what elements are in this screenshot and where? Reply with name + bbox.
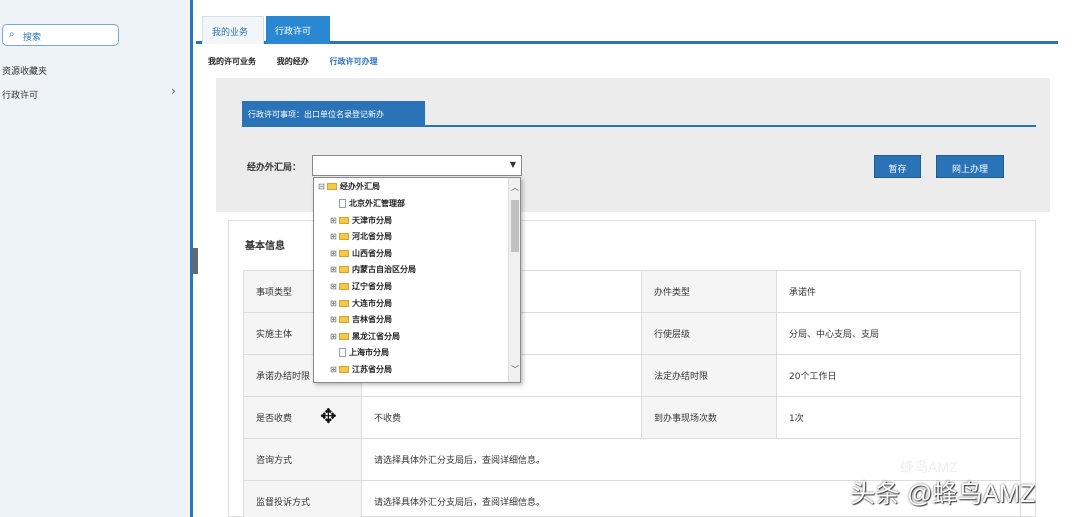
document-icon [339,199,346,208]
table-row: 是否收费 不收费 到办事现场次数 1次 [243,396,1021,439]
folder-icon [339,299,349,307]
folder-icon [339,283,349,290]
folder-icon [339,366,349,373]
chevron-right-icon[interactable]: › [171,84,176,98]
dropdown-scrollbar[interactable]: ︿ ﹀ [508,178,520,382]
expand-icon[interactable]: ⊞ [330,299,339,308]
cell-value: 不收费 [361,396,642,439]
expand-icon[interactable]: ⊞ [330,282,339,291]
cell-value: 分局、中心支局、支局 [776,312,1021,355]
tree-node-label: 山西省分局 [352,248,392,258]
cell-label: 法定办结时限 [641,354,777,397]
top-tab-bar: 我的业务 行政许可 [196,12,1058,44]
scroll-up-icon[interactable]: ︿ [511,182,519,193]
tree-node[interactable]: ⊞ 辽宁省分局 [330,281,392,298]
bureau-dropdown-tree[interactable]: ⊟ 经办外汇局 北京外汇管理部 ⊞ 天津市分局 ⊞ 河北省分局 ⊞ 山西省分局 ⊞ 内蒙古自治区分… [313,177,521,383]
tree-node-label: 黑龙江省分局 [352,331,400,341]
scroll-down-icon[interactable]: ﹀ [511,364,519,375]
search-input[interactable]: ⌕ 搜索 [2,24,119,46]
bureau-select[interactable]: ▼ [312,155,522,176]
cell-label: 监督投诉方式 [243,480,362,517]
expand-icon[interactable]: ⊞ [330,365,339,374]
folder-icon [339,266,349,274]
tree-node[interactable]: ⊞ 吉林省分局 [330,314,392,331]
basic-info-title: 基本信息 [245,241,285,252]
document-icon [339,348,346,358]
tree-node-root[interactable]: ⊟ 经办外汇局 [318,181,380,198]
bureau-field-label: 经办外汇局： [247,163,302,173]
search-icon: ⌕ [9,29,15,40]
cell-label: 行使层级 [641,312,777,355]
cell-label: 到办事现场次数 [641,396,777,439]
tree-node-label: 大连市分局 [352,298,392,308]
folder-icon [339,249,349,257]
tree-node-label: 北京外汇管理部 [349,199,405,208]
cell-value: 1次 [776,396,1021,439]
move-cursor-icon: ✥ [320,404,337,428]
breadcrumb-item-my-license[interactable]: 我的许可业务 [208,57,256,66]
tree-node-label: 内蒙古自治区分局 [352,265,416,275]
save-draft-button[interactable]: 暂存 [874,155,921,178]
cell-value: 承诺件 [776,270,1021,313]
tree-node[interactable]: 北京外汇管理部 [330,198,405,215]
panel-tab-title: 行政许可事项：出口单位名录登记新办 [242,101,425,126]
expand-icon[interactable]: ⊞ [330,232,339,241]
folder-icon [327,183,337,190]
tree-node-label: 江苏省分局 [352,365,392,374]
folder-icon [339,216,349,224]
sidebar: ⌕ 搜索 资源收藏夹 行政许可 › [0,0,193,517]
cell-label: 办件类型 [641,270,777,313]
expand-icon[interactable]: ⊞ [330,265,339,274]
folder-icon [339,233,349,241]
collapse-icon[interactable]: ⊟ [318,182,327,191]
folder-icon [339,316,349,324]
scrollbar-thumb[interactable] [511,200,519,252]
cell-value: 20个工作日 [776,354,1021,397]
cell-label: 是否收费 [243,396,362,439]
tree-node[interactable]: ⊞ 河北省分局 [330,231,392,248]
tab-my-business[interactable]: 我的业务 [202,16,264,44]
watermark: 头条 @蜂鸟AMZ [850,480,1036,508]
tree-node-label: 上海市分局 [349,348,389,358]
expand-icon[interactable]: ⊞ [330,249,339,258]
tree-node-label: 吉林省分局 [352,315,392,325]
tree-node[interactable]: 上海市分局 [330,347,389,364]
expand-icon[interactable]: ⊞ [330,315,339,324]
search-label: 搜索 [23,33,42,43]
tree-node[interactable]: ⊞ 黑龙江省分局 [330,331,400,348]
panel-tab-underline [242,125,1036,127]
cell-label: 咨询方式 [243,438,362,481]
online-process-button[interactable]: 网上办理 [936,155,1004,178]
expand-icon[interactable]: ⊞ [330,332,339,341]
folder-icon [339,332,349,340]
tree-node-label: 河北省分局 [352,232,392,242]
dropdown-arrow-icon[interactable]: ▼ [510,160,516,169]
sidebar-collapse-handle[interactable] [192,248,198,274]
tree-node-label: 辽宁省分局 [352,282,392,291]
tab-admin-license[interactable]: 行政许可 [266,16,330,44]
sidebar-item-favorites[interactable]: 资源收藏夹 [2,64,47,77]
breadcrumb-item-my-handled[interactable]: 我的经办 [277,57,309,66]
tree-node-label: 天津市分局 [352,215,392,225]
tree-node[interactable]: ⊞ 江苏省分局 [330,364,392,381]
tree-node[interactable]: ⊞ 山西省分局 [330,248,392,265]
breadcrumb-item-current[interactable]: 行政许可办理 [330,57,378,66]
expand-icon[interactable]: ⊞ [330,216,339,225]
tree-node[interactable]: ⊞ 大连市分局 [330,298,392,315]
tree-node[interactable]: ⊞ 天津市分局 [330,215,392,232]
breadcrumb: 我的许可业务 我的经办 行政许可办理 [208,56,396,67]
sidebar-item-admin-license[interactable]: 行政许可 [2,88,38,101]
tree-node[interactable]: ⊞ 内蒙古自治区分局 [330,264,416,281]
